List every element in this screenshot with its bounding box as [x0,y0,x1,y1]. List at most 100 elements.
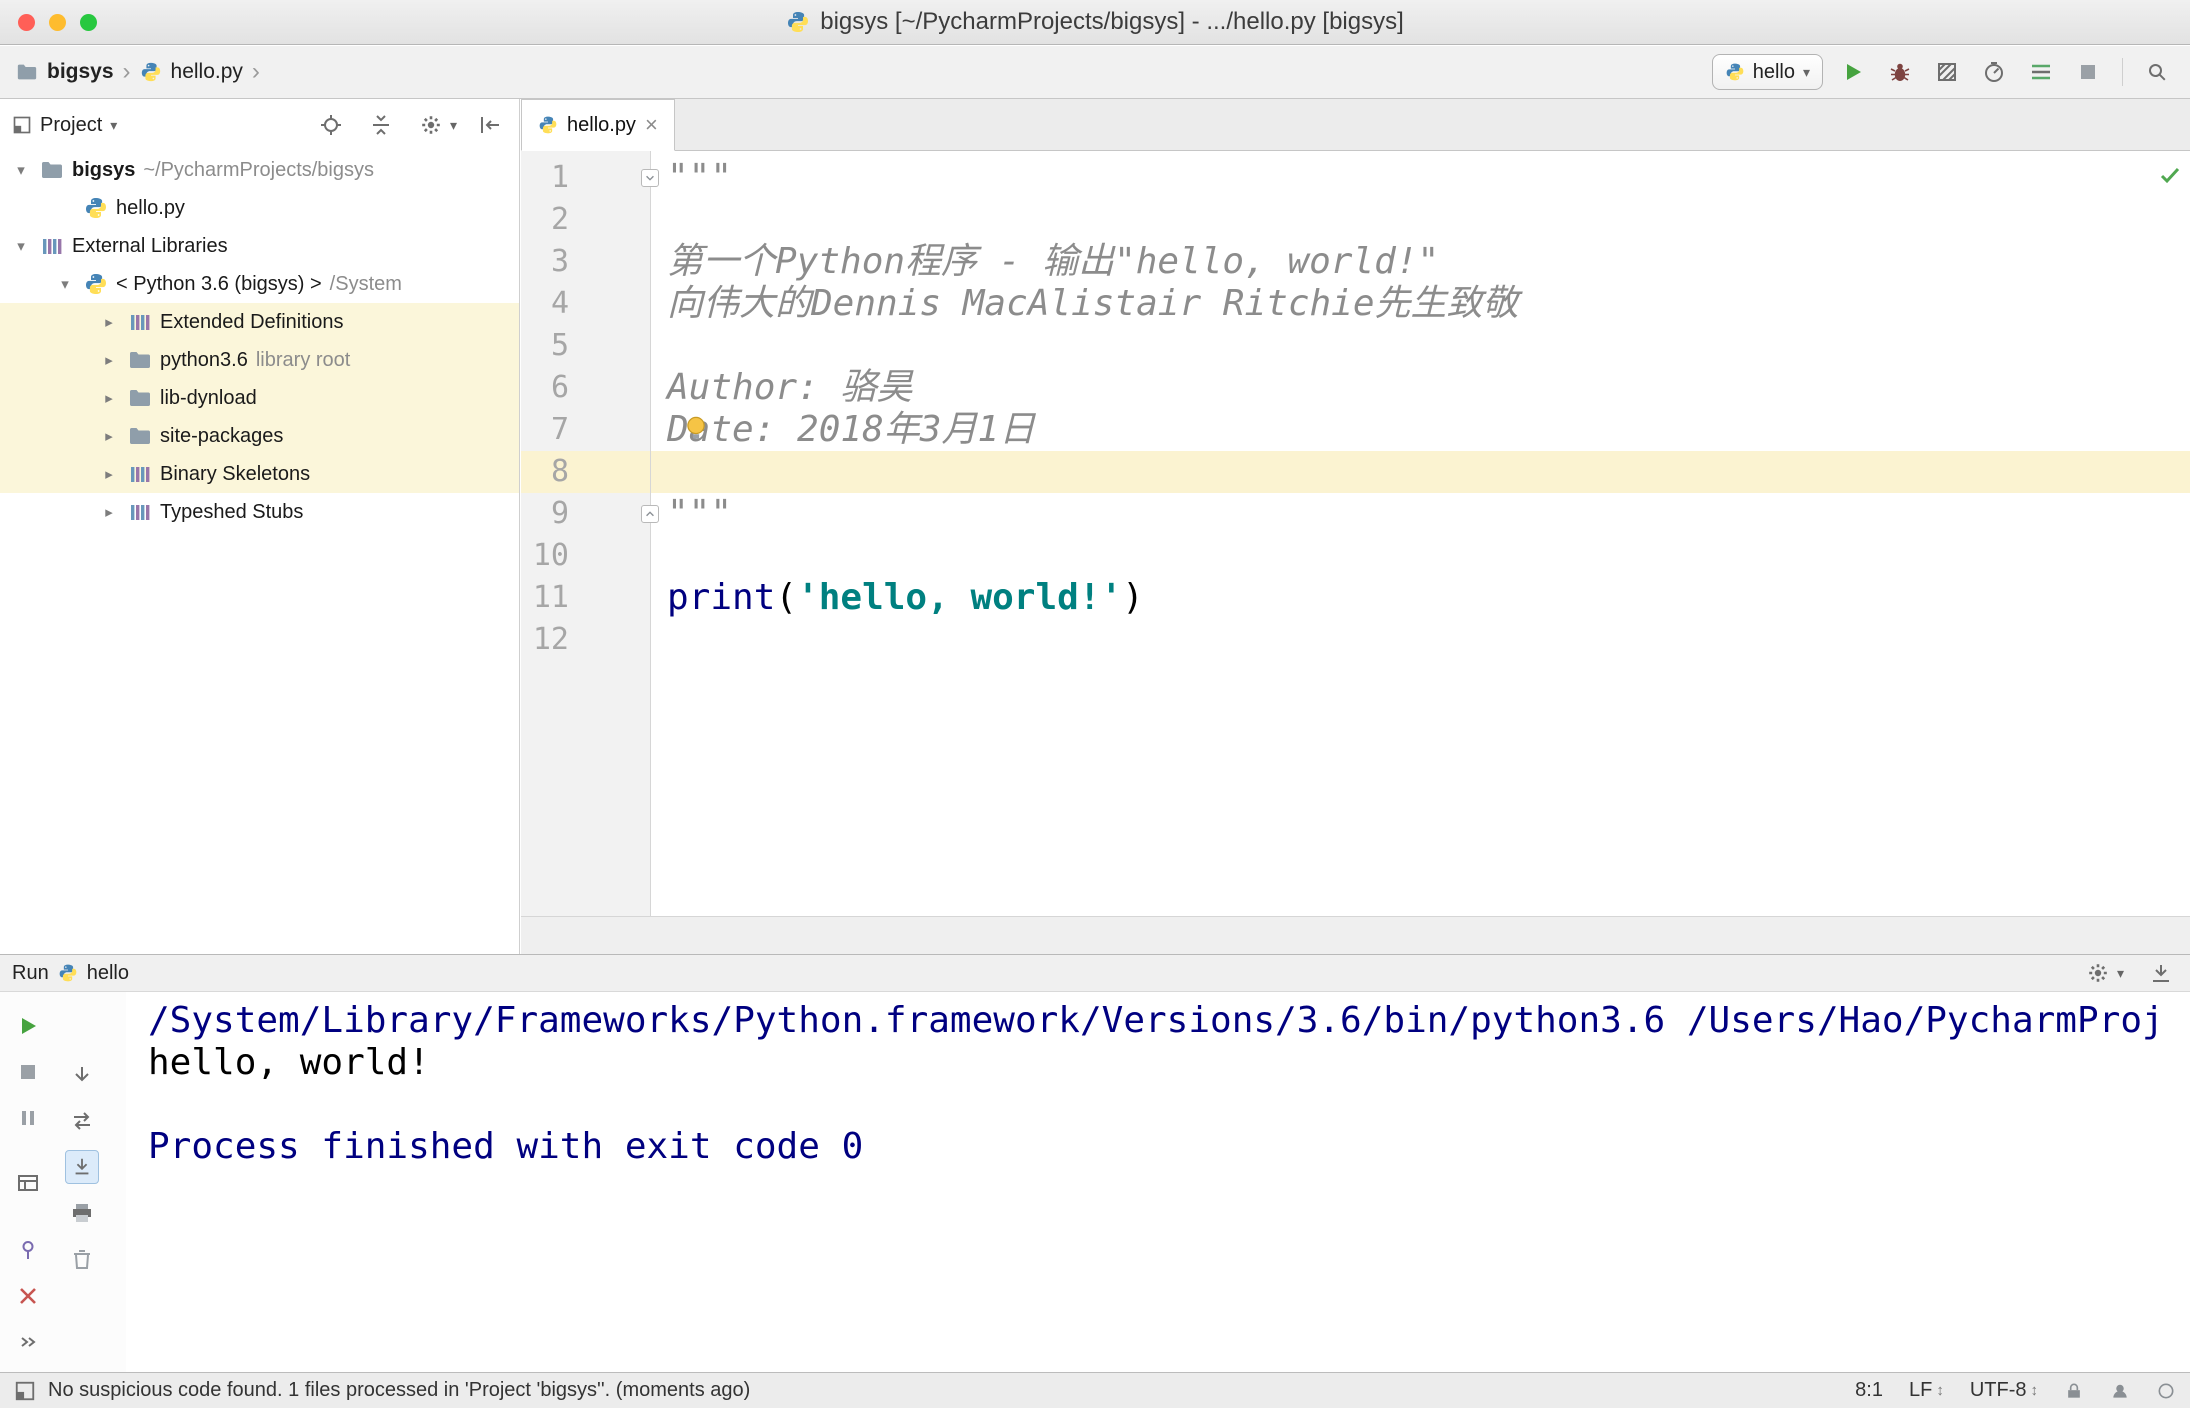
code-token: Date: 2018年3月1日 [667,409,1036,450]
chevron-down-icon[interactable]: ▾ [54,275,76,293]
caret-position-widget[interactable]: 8:1 [1855,1379,1883,1402]
soft-wrap-button[interactable] [65,1104,99,1138]
close-tab-icon[interactable]: × [645,114,658,136]
editor-line-9[interactable]: 9 """ [521,493,2190,535]
editor-line-2[interactable]: 2 [521,199,2190,241]
chevron-right-icon[interactable]: ▸ [98,427,120,445]
chevron-right-icon[interactable]: ▸ [98,503,120,521]
fold-marker-end-icon[interactable] [641,505,659,523]
inspections-ok-icon[interactable] [2158,163,2182,187]
breadcrumb-file[interactable]: hello.py [171,60,243,84]
console-output[interactable]: /System/Library/Frameworks/Python.framew… [126,992,2190,1372]
minimize-window-button[interactable] [49,14,66,31]
encoding-widget[interactable]: UTF-8 ↕ [1970,1379,2038,1402]
tree-item-python-3-6-bigsys[interactable]: ▾ < Python 3.6 (bigsys) > /System [0,265,519,303]
restore-layout-button[interactable] [11,1167,45,1201]
editor-tab-label: hello.py [567,113,636,136]
editor-line-10[interactable]: 10 [521,535,2190,577]
chevron-down-icon[interactable]: ▾ [110,117,117,134]
run-with-coverage-button[interactable] [1930,55,1964,89]
stop-button[interactable] [2071,55,2105,89]
project-panel-actions: ▾ [314,108,507,142]
scroll-to-end-button[interactable] [65,1150,99,1184]
chevron-down-icon[interactable]: ▾ [10,161,32,179]
dock-panel-button[interactable] [2144,956,2178,990]
gutter-divider [650,151,651,916]
more-options-button[interactable] [11,1325,45,1359]
editor-line-3[interactable]: 3 第一个Python程序 - 输出"hello, world!" [521,241,2190,283]
tree-item-hello-py[interactable]: hello.py [0,189,519,227]
tree-item-label: bigsys [72,158,136,181]
chevron-down-icon[interactable]: ▾ [10,237,32,255]
read-only-toggle-icon[interactable] [2064,1381,2084,1401]
intention-bulb-icon[interactable] [681,413,711,443]
collapse-all-button[interactable] [364,108,398,142]
hector-inspector-icon[interactable] [2110,1381,2130,1401]
tree-item-lib-dynload[interactable]: ▸ lib-dynload [0,379,519,417]
tree-item-binary-skeletons[interactable]: ▸ Binary Skeletons [0,455,519,493]
tree-item-python3-6[interactable]: ▸ python3.6 library root [0,341,519,379]
status-bar: No suspicious code found. 1 files proces… [0,1372,2190,1408]
editor-tab-hello-py[interactable]: hello.py × [521,99,675,151]
close-console-button[interactable] [11,1279,45,1313]
zoom-window-button[interactable] [80,14,97,31]
chevron-right-icon[interactable]: ▸ [98,313,120,331]
editor-line-7[interactable]: 7 Date: 2018年3月1日 [521,409,2190,451]
line-number: 9 [550,496,569,531]
search-everywhere-button[interactable] [2140,55,2174,89]
profiler-button[interactable] [1977,55,2011,89]
project-panel-title[interactable]: Project [40,114,102,137]
locate-file-button[interactable] [314,108,348,142]
run-panel-config-label[interactable]: hello [87,962,129,985]
fold-marker-collapse-icon[interactable] [641,169,659,187]
clear-console-button[interactable] [65,1242,99,1276]
hide-panel-button[interactable] [473,108,507,142]
editor-line-5[interactable]: 5 [521,325,2190,367]
tree-item-suffix: ~/PycharmProjects/bigsys [143,158,374,181]
tree-item-label: Extended Definitions [160,310,344,333]
code-token: ( [775,577,798,618]
code-editor[interactable]: 1 """ 2 3 第一个Python程序 - 输出"hello, world!" 4 向伟… [521,151,2190,916]
run-panel-title[interactable]: Run [12,962,49,985]
library-icon [128,500,152,524]
toolwindow-toggle-icon[interactable] [14,1380,36,1402]
editor-line-6[interactable]: 6 Author: 骆昊 [521,367,2190,409]
editor-horizontal-scrollbar[interactable] [521,916,2190,954]
close-window-button[interactable] [18,14,35,31]
event-log-icon[interactable] [2156,1381,2176,1401]
stop-process-button[interactable] [11,1055,45,1089]
rerun-button[interactable] [11,1009,45,1043]
tree-item-extended-definitions[interactable]: ▸ Extended Definitions [0,303,519,341]
tree-item-external-libraries[interactable]: ▾ External Libraries [0,227,519,265]
editor-line-12[interactable]: 12 [521,619,2190,661]
chevron-right-icon[interactable]: ▸ [98,351,120,369]
run-configuration-select[interactable]: hello ▾ [1711,54,1823,90]
editor-line-4[interactable]: 4 向伟大的Dennis MacAlistair Ritchie先生致敬 [521,283,2190,325]
editor-line-11[interactable]: 11 print('hello, world!') [521,577,2190,619]
line-separator-widget[interactable]: LF ↕ [1909,1379,1944,1402]
run-button[interactable] [1836,55,1870,89]
tree-item-typeshed-stubs[interactable]: ▸ Typeshed Stubs [0,493,519,531]
editor-line-1[interactable]: 1 """ [521,157,2190,199]
breadcrumb-project[interactable]: bigsys [47,60,114,84]
updown-icon: ↕ [2030,1382,2039,1399]
pause-output-button[interactable] [11,1101,45,1135]
debug-button[interactable] [1883,55,1917,89]
console-settings-button[interactable] [2081,956,2115,990]
pin-tab-button[interactable] [11,1233,45,1267]
tree-item-bigsys[interactable]: ▾ bigsys ~/PycharmProjects/bigsys [0,151,519,189]
navigate-down-button[interactable] [65,1058,99,1092]
tree-item-site-packages[interactable]: ▸ site-packages [0,417,519,455]
tree-item-label: < Python 3.6 (bigsys) > [116,272,322,295]
editor-line-8[interactable]: 8 [521,451,2190,493]
chevron-right-icon[interactable]: ▸ [98,389,120,407]
concurrency-diagram-button[interactable] [2024,55,2058,89]
print-console-button[interactable] [65,1196,99,1230]
chevron-right-icon[interactable]: ▸ [98,465,120,483]
console-toolbar-column-2 [62,1058,102,1276]
project-settings-button[interactable] [414,108,448,142]
console-line: Process finished with exit code 0 [148,1126,864,1167]
